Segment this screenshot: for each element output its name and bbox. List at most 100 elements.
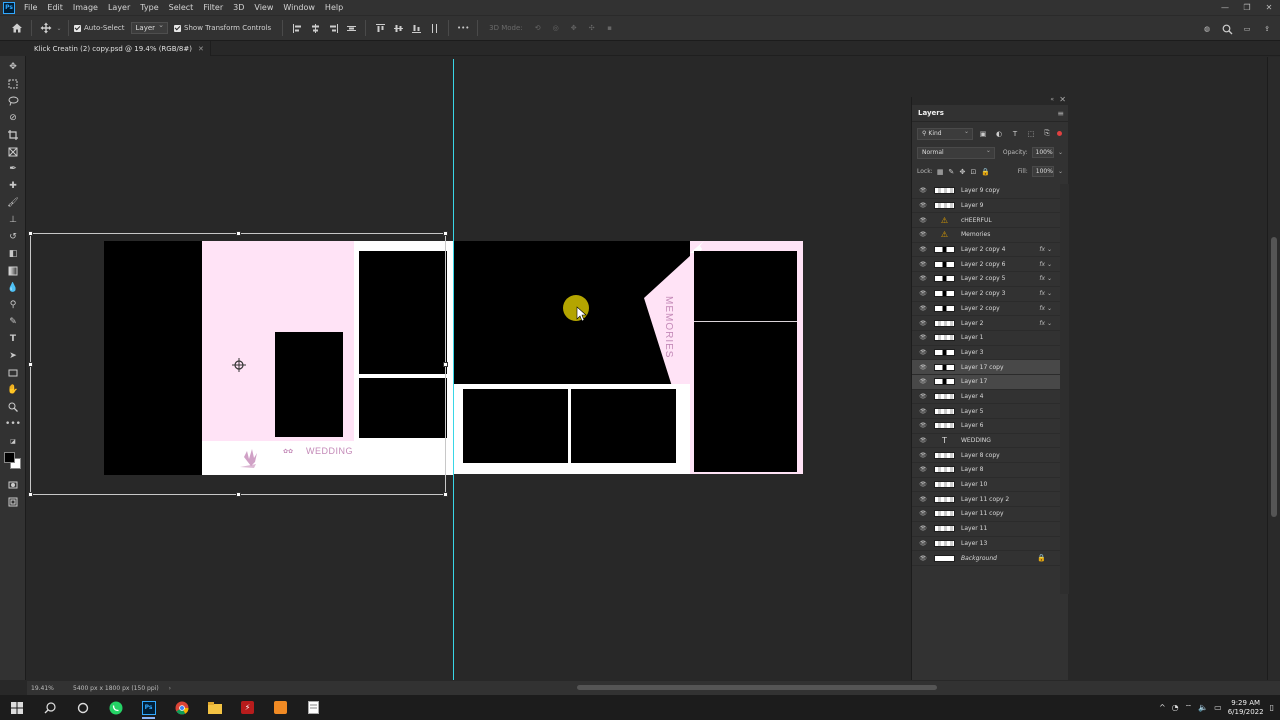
layer-row[interactable]: 👁 Layer 17 copy bbox=[912, 360, 1060, 375]
lasso-tool-icon[interactable] bbox=[6, 94, 20, 108]
visibility-eye-icon[interactable]: 👁 bbox=[918, 422, 928, 429]
distribute-icon[interactable] bbox=[342, 19, 360, 37]
rectangle-tool-icon[interactable] bbox=[6, 366, 20, 380]
layer-row[interactable]: 👁 Layer 17 bbox=[912, 374, 1060, 390]
layer-row[interactable]: 👁 Layer 9 bbox=[912, 199, 1060, 214]
filter-shape-icon[interactable]: ⬚ bbox=[1025, 128, 1037, 140]
pen-tool-icon[interactable]: ✎ bbox=[6, 315, 20, 329]
scrollbar-thumb[interactable] bbox=[1271, 237, 1277, 517]
filter-type-icon[interactable]: T bbox=[1009, 128, 1021, 140]
layer-row[interactable]: 👁 Layer 9 copy bbox=[912, 184, 1060, 199]
3d-pan-icon[interactable]: ✥ bbox=[565, 19, 583, 37]
collapse-panel-icon[interactable]: « bbox=[1050, 96, 1054, 103]
align-middle-icon[interactable] bbox=[389, 19, 407, 37]
layer-name[interactable]: Layer 2 copy 4 bbox=[961, 246, 1005, 253]
type-tool-icon[interactable]: T bbox=[6, 332, 20, 346]
search-icon[interactable] bbox=[33, 695, 66, 720]
visibility-eye-icon[interactable]: 👁 bbox=[918, 275, 928, 282]
layer-name[interactable]: Layer 17 copy bbox=[961, 364, 1004, 371]
reference-point-icon[interactable] bbox=[232, 358, 246, 372]
layer-row[interactable]: 👁 T WEDDING bbox=[912, 434, 1060, 449]
taskbar-clock[interactable]: 9:29 AM 6/19/2022 bbox=[1228, 699, 1264, 717]
layer-effects-icon[interactable]: fx ⌄ bbox=[1039, 320, 1052, 327]
layer-name[interactable]: Layer 9 bbox=[961, 202, 983, 209]
visibility-eye-icon[interactable]: 👁 bbox=[918, 452, 928, 459]
layer-row[interactable]: 👁 Layer 4 bbox=[912, 390, 1060, 405]
menu-help[interactable]: Help bbox=[320, 3, 348, 12]
opacity-input[interactable]: 100% bbox=[1031, 147, 1054, 158]
zoom-level[interactable]: 19.41% bbox=[31, 685, 67, 692]
album-left-page[interactable]: ✿✿ WEDDING bbox=[104, 241, 454, 475]
visibility-eye-icon[interactable]: 👁 bbox=[918, 290, 928, 297]
visibility-eye-icon[interactable]: 👁 bbox=[918, 305, 928, 312]
album-right-page[interactable]: MEMORIES bbox=[454, 241, 803, 474]
layer-row[interactable]: 👁 Layer 2 copy fx ⌄ bbox=[912, 302, 1060, 317]
dodge-tool-icon[interactable]: ⚲ bbox=[6, 298, 20, 312]
layer-name[interactable]: Layer 2 copy 5 bbox=[961, 275, 1005, 282]
more-options-icon[interactable]: ••• bbox=[454, 19, 472, 37]
document-tab[interactable]: Klick Creatin (2) copy.psd @ 19.4% (RGB/… bbox=[26, 41, 211, 56]
layer-row[interactable]: 👁 Layer 6 bbox=[912, 419, 1060, 434]
frame-tool-icon[interactable] bbox=[6, 145, 20, 159]
align-bottom-icon[interactable] bbox=[407, 19, 425, 37]
search-icon[interactable] bbox=[1218, 20, 1236, 38]
layer-name[interactable]: Layer 11 copy bbox=[961, 510, 1004, 517]
chevron-down-icon[interactable]: ⌄ bbox=[1058, 149, 1063, 156]
layer-name[interactable]: Layer 6 bbox=[961, 422, 983, 429]
filter-kind-dropdown[interactable]: ⚲ Kind ⌄ bbox=[917, 127, 973, 140]
lock-image-icon[interactable]: ✎ bbox=[948, 166, 955, 178]
visibility-eye-icon[interactable]: 👁 bbox=[918, 408, 928, 415]
layer-name[interactable]: Layer 13 bbox=[961, 540, 987, 547]
layer-row[interactable]: 👁 Layer 13 bbox=[912, 537, 1060, 552]
zoom-tool-icon[interactable] bbox=[6, 400, 20, 414]
layer-row[interactable]: 👁 Layer 10 bbox=[912, 478, 1060, 493]
auto-select-checkbox[interactable]: Auto-Select bbox=[74, 24, 125, 32]
layer-name[interactable]: Layer 4 bbox=[961, 393, 983, 400]
workspace-icon[interactable]: ▭ bbox=[1238, 20, 1256, 38]
network-icon[interactable]: ◔ bbox=[1172, 703, 1179, 712]
layer-row[interactable]: 👁 Layer 2 fx ⌄ bbox=[912, 316, 1060, 331]
app-red-icon[interactable]: ⚡ bbox=[231, 695, 264, 720]
blend-mode-dropdown[interactable]: Normal ⌄ bbox=[917, 146, 995, 159]
close-tab-icon[interactable]: ✕ bbox=[198, 45, 204, 53]
layer-name[interactable]: Layer 8 copy bbox=[961, 452, 1000, 459]
lock-position-icon[interactable]: ✥ bbox=[959, 166, 966, 178]
layer-row[interactable]: 👁 Layer 11 bbox=[912, 522, 1060, 537]
layer-effects-icon[interactable]: fx ⌄ bbox=[1039, 261, 1052, 268]
layer-name[interactable]: Layer 11 bbox=[961, 525, 987, 532]
layer-name[interactable]: Layer 11 copy 2 bbox=[961, 496, 1009, 503]
visibility-eye-icon[interactable]: 👁 bbox=[918, 187, 928, 194]
gradient-tool-icon[interactable] bbox=[6, 264, 20, 278]
layer-name[interactable]: WEDDING bbox=[961, 437, 991, 444]
vertical-guide[interactable] bbox=[453, 59, 454, 680]
panel-menu-icon[interactable]: ≡ bbox=[1057, 109, 1064, 118]
quick-mask-icon[interactable] bbox=[6, 478, 20, 492]
distribute-vertical-icon[interactable] bbox=[425, 19, 443, 37]
layers-panel-tab[interactable]: Layers ≡ bbox=[912, 105, 1068, 122]
menu-view[interactable]: View bbox=[249, 3, 278, 12]
menu-edit[interactable]: Edit bbox=[42, 3, 68, 12]
healing-brush-tool-icon[interactable]: ✚ bbox=[6, 179, 20, 193]
filter-adjustment-icon[interactable]: ◐ bbox=[993, 128, 1005, 140]
visibility-eye-icon[interactable]: 👁 bbox=[918, 349, 928, 356]
layer-row[interactable]: 👁 Layer 8 copy bbox=[912, 448, 1060, 464]
wifi-icon[interactable]: ⌔ bbox=[1185, 703, 1193, 713]
layer-row[interactable]: 👁 Layer 1 bbox=[912, 331, 1060, 346]
visibility-eye-icon[interactable]: 👁 bbox=[918, 466, 928, 473]
chrome-icon[interactable] bbox=[165, 695, 198, 720]
layer-name[interactable]: Layer 3 bbox=[961, 349, 983, 356]
layer-row[interactable]: 👁 Layer 2 copy 5 fx ⌄ bbox=[912, 272, 1060, 287]
lock-all-icon[interactable]: 🔒 bbox=[981, 166, 990, 178]
cortana-icon[interactable] bbox=[66, 695, 99, 720]
eyedropper-tool-icon[interactable]: ✒ bbox=[6, 162, 20, 176]
restore-icon[interactable]: ❐ bbox=[1236, 0, 1258, 15]
visibility-eye-icon[interactable]: 👁 bbox=[918, 525, 928, 532]
3d-scale-icon[interactable]: ▪ bbox=[601, 19, 619, 37]
align-top-icon[interactable] bbox=[371, 19, 389, 37]
align-left-icon[interactable] bbox=[288, 19, 306, 37]
layer-row[interactable]: 👁 Layer 11 copy 2 bbox=[912, 492, 1060, 508]
layer-name[interactable]: Layer 1 bbox=[961, 334, 983, 341]
visibility-eye-icon[interactable]: 👁 bbox=[918, 437, 928, 444]
layer-effects-icon[interactable]: fx ⌄ bbox=[1039, 305, 1052, 312]
align-right-icon[interactable] bbox=[324, 19, 342, 37]
